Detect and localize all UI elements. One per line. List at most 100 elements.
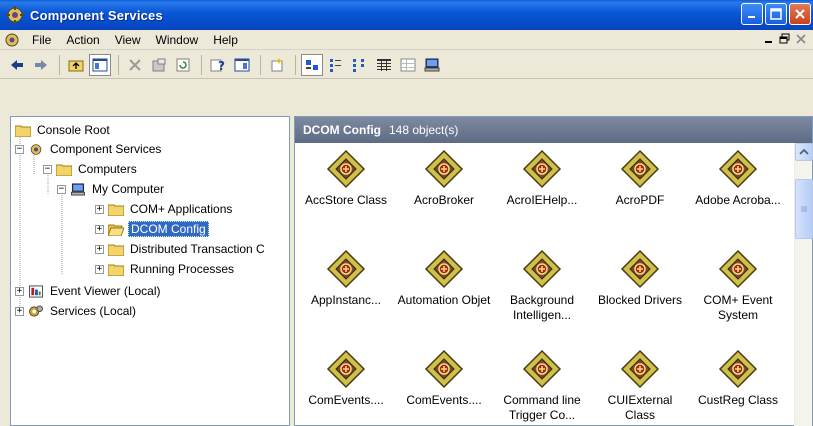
dcom-component-icon xyxy=(522,249,562,289)
child-close-button[interactable] xyxy=(793,32,809,46)
dcom-item-label: COM+ Event System xyxy=(703,293,773,322)
dcom-component-icon xyxy=(326,149,366,189)
dcom-item[interactable]: CustReg Class xyxy=(689,345,787,426)
expand-toggle[interactable]: + xyxy=(95,204,104,214)
tree-node-my-computer[interactable]: − My Computer xyxy=(57,180,166,198)
minimize-icon xyxy=(748,16,755,18)
dcom-item[interactable]: AcroPDF xyxy=(591,145,689,241)
delete-icon xyxy=(129,58,141,71)
menu-file[interactable]: File xyxy=(26,33,60,47)
status-view-icon xyxy=(400,58,416,71)
tree-node-computers[interactable]: − Computers xyxy=(43,160,139,178)
dcom-item[interactable]: Automation Objet xyxy=(395,245,493,341)
tree-node-com-plus-applications[interactable]: + COM+ Applications xyxy=(95,200,234,218)
show-hide-tree-button[interactable] xyxy=(89,53,111,76)
close-icon xyxy=(796,34,806,44)
dcom-item[interactable]: AcroIEHelp... xyxy=(493,145,591,241)
status-view-button[interactable] xyxy=(397,54,419,76)
detail-button[interactable] xyxy=(373,54,395,76)
dcom-item[interactable]: Background Intelligen... xyxy=(493,245,591,341)
folder-icon xyxy=(108,264,124,276)
folder-icon xyxy=(108,204,124,216)
child-minimize-button[interactable] xyxy=(761,32,777,46)
dcom-item-label: Command line Trigger Co... xyxy=(503,393,581,422)
small-icons-button[interactable] xyxy=(325,54,347,76)
dcom-item[interactable]: Blocked Drivers xyxy=(591,245,689,341)
minimize-button[interactable] xyxy=(741,3,763,25)
list-button[interactable] xyxy=(349,54,371,76)
expand-toggle[interactable]: + xyxy=(15,286,24,296)
dcom-item-label: Adobe Acroba... xyxy=(695,193,781,207)
toolbar-separator xyxy=(260,54,261,75)
tree-node-console-root[interactable]: Console Root xyxy=(15,121,112,139)
dcom-component-icon xyxy=(718,149,758,189)
toolbar: ? xyxy=(0,51,813,79)
tree-node-event-viewer[interactable]: + Event Viewer (Local) xyxy=(15,282,163,300)
console-tree-button[interactable] xyxy=(231,54,253,76)
expand-toggle[interactable]: + xyxy=(15,306,24,316)
close-button[interactable] xyxy=(789,3,811,25)
dcom-item-label: Blocked Drivers xyxy=(597,293,683,307)
tree-node-distributed-transaction[interactable]: + Distributed Transaction C xyxy=(95,240,267,258)
scroll-thumb[interactable] xyxy=(795,179,813,239)
services-gear-icon xyxy=(29,304,43,317)
dcom-item-label: ComEvents.... xyxy=(406,393,482,407)
dcom-item[interactable]: AccStore Class xyxy=(297,145,395,241)
dcom-item-label: AcroPDF xyxy=(615,193,665,207)
collapse-toggle[interactable]: − xyxy=(57,184,66,194)
expand-toggle[interactable]: + xyxy=(95,224,104,234)
menu-action[interactable]: Action xyxy=(60,33,108,47)
toolbar-separator xyxy=(118,54,119,75)
window-title: Component Services xyxy=(30,7,163,23)
scroll-up-button[interactable] xyxy=(795,143,813,161)
dcom-component-icon xyxy=(522,149,562,189)
child-restore-button[interactable] xyxy=(777,32,793,46)
expand-toggle[interactable]: + xyxy=(95,264,104,274)
collapse-toggle[interactable]: − xyxy=(15,144,24,154)
dcom-component-icon xyxy=(718,249,758,289)
dcom-item[interactable]: ComEvents.... xyxy=(297,345,395,426)
maximize-button[interactable] xyxy=(765,3,787,25)
detail-view-icon xyxy=(377,58,391,71)
object-count: 148 object(s) xyxy=(388,123,459,137)
dcom-component-icon xyxy=(620,349,660,389)
back-button[interactable] xyxy=(6,54,28,76)
dcom-component-icon xyxy=(620,149,660,189)
console-tree[interactable]: Console Root − Component Services − Comp… xyxy=(10,116,290,426)
dcom-item[interactable]: Command line Trigger Co... xyxy=(493,345,591,426)
large-icons-button[interactable] xyxy=(301,53,323,76)
collapse-toggle[interactable]: − xyxy=(43,164,52,174)
dcom-item[interactable]: AppInstanc... xyxy=(297,245,395,341)
delete-button[interactable] xyxy=(124,54,146,76)
up-one-level-button[interactable] xyxy=(65,54,87,76)
large-icons-icon xyxy=(306,59,318,70)
forward-arrow-icon xyxy=(35,59,47,70)
dcom-item[interactable]: CUIExternal Class xyxy=(591,345,689,426)
tree-node-dcom-config[interactable]: + DCOM Config xyxy=(95,220,209,238)
dcom-item[interactable]: COM+ Event System xyxy=(689,245,787,341)
tree-node-services[interactable]: + Services (Local) xyxy=(15,302,138,320)
title-bar[interactable]: Component Services xyxy=(0,0,813,30)
properties-button[interactable] xyxy=(148,54,170,76)
result-pane-title: DCOM Config xyxy=(303,123,381,137)
tree-node-component-services[interactable]: − Component Services xyxy=(15,140,163,158)
computer-button[interactable] xyxy=(421,54,443,76)
dcom-item[interactable]: AcroBroker xyxy=(395,145,493,241)
help-button[interactable]: ? xyxy=(207,54,229,76)
forward-button[interactable] xyxy=(30,54,52,76)
dcom-item[interactable]: ComEvents.... xyxy=(395,345,493,426)
vertical-scrollbar[interactable] xyxy=(794,143,813,426)
dcom-item[interactable]: Adobe Acroba... xyxy=(689,145,787,241)
expand-toggle[interactable]: + xyxy=(95,244,104,254)
toolbar-separator xyxy=(59,54,60,75)
dcom-item-label: AccStore Class xyxy=(304,193,388,207)
dcom-item-label: AcroBroker xyxy=(413,193,475,207)
system-menu-icon[interactable] xyxy=(4,32,20,48)
menu-help[interactable]: Help xyxy=(207,33,247,47)
tree-node-running-processes[interactable]: + Running Processes xyxy=(95,260,236,278)
refresh-button[interactable] xyxy=(172,54,194,76)
new-window-button[interactable] xyxy=(266,54,288,76)
result-pane[interactable]: DCOM Config 148 object(s) AccStore Class… xyxy=(294,116,813,426)
menu-window[interactable]: Window xyxy=(150,33,208,47)
menu-view[interactable]: View xyxy=(109,33,150,47)
